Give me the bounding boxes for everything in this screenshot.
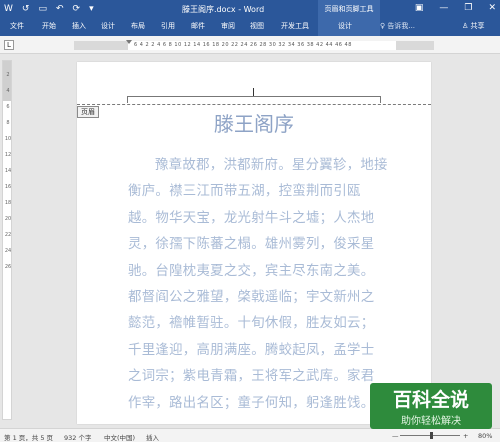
minimize-icon[interactable]: — <box>439 2 448 14</box>
zoom-out-button[interactable]: — <box>392 432 399 440</box>
vertical-ruler[interactable]: 2 4 6 8 10 12 14 16 18 20 22 24 26 <box>2 60 12 420</box>
header-footer-tools-label: 页眉和页脚工具 <box>318 0 380 18</box>
vruler-number: 16 <box>4 184 12 190</box>
undo-icon[interactable]: ↶ <box>56 3 64 15</box>
quick-access-toolbar: W ↺ ▭ ↶ ⟳ ▾ <box>4 3 94 15</box>
tab-review[interactable]: 审阅 <box>221 21 235 31</box>
tab-references[interactable]: 引用 <box>161 21 175 31</box>
language[interactable]: 中文(中国) <box>104 432 135 442</box>
ruler-bar: L 6 4 2 2 4 6 8 10 12 14 16 18 20 22 24 … <box>0 36 500 54</box>
word-count[interactable]: 932 个字 <box>64 432 91 442</box>
zoom-slider-thumb[interactable] <box>430 432 433 439</box>
zoom-in-button[interactable]: + <box>463 432 468 440</box>
insert-mode[interactable]: 插入 <box>146 432 159 442</box>
vruler-number: 24 <box>4 248 12 254</box>
vruler-number: 26 <box>4 264 12 270</box>
watermark-subtitle: 助你轻松解决 <box>401 416 461 427</box>
vruler-number: 18 <box>4 200 12 206</box>
tab-file[interactable]: 文件 <box>10 21 24 31</box>
vruler-number: 10 <box>4 136 12 142</box>
indent-marker-icon[interactable] <box>126 40 132 44</box>
vruler-number: 4 <box>6 88 10 94</box>
vruler-numbers: 2 4 6 8 10 12 14 16 18 20 22 24 26 <box>4 67 12 275</box>
tab-stop-selector[interactable]: L <box>4 40 14 50</box>
tab-home[interactable]: 开始 <box>42 21 56 31</box>
vruler-number: 2 <box>6 72 10 78</box>
body-paragraph: 豫章故郡，洪都新府。星分翼轸，地接衡庐。襟三江而带五湖，控蛮荆而引瓯越。物华天宝… <box>128 158 388 411</box>
tab-design[interactable]: 设计 <box>101 21 115 31</box>
document-page[interactable]: 页眉 滕王阁序 豫章故郡，洪都新府。星分翼轸，地接衡庐。襟三江而带五湖，控蛮荆而… <box>77 62 431 424</box>
window-controls: ▣ — ❐ ✕ <box>415 2 496 14</box>
vruler-number: 22 <box>4 232 12 238</box>
header-area[interactable] <box>77 62 431 104</box>
vruler-number: 6 <box>6 104 10 110</box>
document-heading: 滕王阁序 <box>214 112 294 136</box>
tab-view[interactable]: 视图 <box>250 21 264 31</box>
ribbon-display-icon[interactable]: ▣ <box>415 2 424 14</box>
vruler-number: 12 <box>4 152 12 158</box>
ruler-numbers: 6 4 2 2 4 6 8 10 12 14 16 18 20 22 24 26… <box>134 42 352 48</box>
zoom-level[interactable]: 80% <box>478 432 492 440</box>
document-title: 滕王阁序.docx - Word <box>182 5 265 14</box>
tab-layout[interactable]: 布局 <box>131 21 145 31</box>
header-divider <box>77 104 431 105</box>
autosave-icon[interactable]: ↺ <box>22 3 30 15</box>
watermark-logo: 百科全说 助你轻松解决 <box>370 383 492 429</box>
close-icon[interactable]: ✕ <box>488 2 496 14</box>
header-content-box <box>127 96 381 103</box>
save-icon[interactable]: ▭ <box>38 3 47 15</box>
vruler-number: 14 <box>4 168 12 174</box>
share-button[interactable]: ♙ 共享 <box>462 21 485 31</box>
tab-mailings[interactable]: 邮件 <box>191 21 205 31</box>
page-count[interactable]: 第 1 页，共 5 页 <box>4 432 53 442</box>
ribbon-tabs: 文件 开始 插入 设计 布局 引用 邮件 审阅 视图 开发工具 设计 ♀ 告诉我… <box>0 18 500 36</box>
title-bar: W ↺ ▭ ↶ ⟳ ▾ 滕王阁序.docx - Word 页眉和页脚工具 ▣ —… <box>0 0 500 18</box>
redo-icon[interactable]: ⟳ <box>73 3 81 15</box>
tell-me-search[interactable]: ♀ 告诉我... <box>380 21 415 31</box>
tab-developer[interactable]: 开发工具 <box>281 21 309 31</box>
watermark-title: 百科全说 <box>392 389 469 411</box>
status-bar: 第 1 页，共 5 页 932 个字 中文(中国) 插入 — + 80% <box>0 428 500 442</box>
tab-insert[interactable]: 插入 <box>72 21 86 31</box>
vruler-number: 8 <box>6 120 10 126</box>
text-cursor <box>253 88 254 96</box>
tab-header-design[interactable]: 设计 <box>338 21 352 31</box>
vruler-number: 20 <box>4 216 12 222</box>
customize-qat-icon[interactable]: ▾ <box>89 3 94 15</box>
word-app-icon: W <box>4 4 13 14</box>
restore-icon[interactable]: ❐ <box>464 2 472 14</box>
